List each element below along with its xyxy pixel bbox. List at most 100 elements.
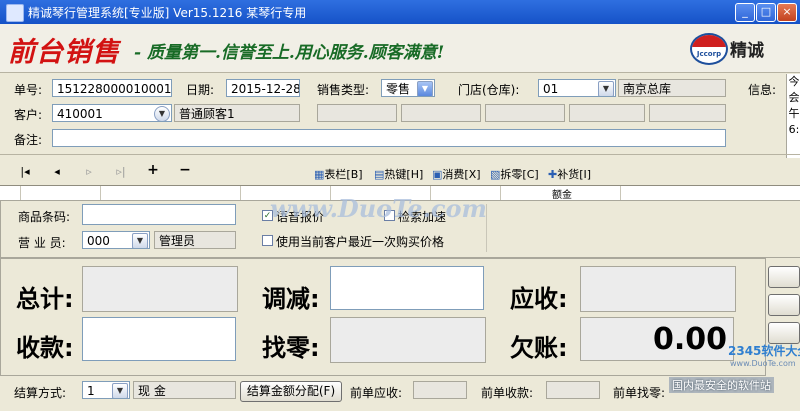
side-button[interactable] xyxy=(768,266,800,288)
columns-button-label: 表栏[B] xyxy=(324,168,363,181)
next-record-icon[interactable]: ▹ xyxy=(82,165,96,178)
restock-button-label: 补货[I] xyxy=(557,168,592,181)
info-line: 会 xyxy=(788,91,800,104)
info-line: 6: xyxy=(788,123,800,136)
allocate-button[interactable]: 结算金额分配(F) xyxy=(240,381,342,402)
split-button[interactable]: ▧拆零[C] xyxy=(490,166,539,182)
split-icon: ▧ xyxy=(490,168,501,181)
info-line: 今 xyxy=(788,75,800,88)
change-label: 找零: xyxy=(262,334,320,362)
app-icon xyxy=(6,4,24,22)
store-code: 01 xyxy=(543,82,559,96)
last-price-label: 使用当前客户最近一次购买价格 xyxy=(276,235,445,249)
readonly-field xyxy=(485,104,565,122)
last-price-checkbox[interactable] xyxy=(262,235,273,246)
paid-input[interactable] xyxy=(82,317,236,361)
clerk-code: 000 xyxy=(87,234,110,248)
readonly-field xyxy=(569,104,645,122)
customer-name-field: 普通顾客1 xyxy=(174,104,300,122)
adjust-label: 调减: xyxy=(262,285,320,313)
receipt-icon: ▣ xyxy=(432,168,443,181)
settle-code: 1 xyxy=(87,384,95,398)
customer-code-field[interactable]: 410001 ▼ xyxy=(52,104,172,122)
hotkey-button[interactable]: ▤热键[H] xyxy=(374,166,423,182)
last-record-icon[interactable]: ▹| xyxy=(114,165,128,178)
prev-change-label: 前单找零: xyxy=(613,386,666,400)
hotkey-button-label: 热键[H] xyxy=(384,168,424,181)
restock-button[interactable]: ✚补货[I] xyxy=(548,166,591,182)
adjust-input[interactable] xyxy=(330,266,484,310)
prev-receivable-value xyxy=(413,381,467,399)
customer-label: 客户: xyxy=(14,108,43,122)
split-button-label: 拆零[C] xyxy=(500,168,539,181)
chevron-down-icon[interactable]: ▼ xyxy=(598,81,614,96)
chevron-down-icon[interactable]: ▼ xyxy=(132,233,148,248)
debt-label: 欠账: xyxy=(510,334,568,362)
chevron-down-icon[interactable]: ▼ xyxy=(112,383,128,398)
table-icon: ▦ xyxy=(314,168,325,181)
readonly-field xyxy=(401,104,481,122)
banner-title: 前台销售 xyxy=(8,37,120,68)
close-button[interactable]: × xyxy=(777,3,797,22)
logo-text: Jccorp xyxy=(696,50,722,58)
settle-select[interactable]: 1 ▼ xyxy=(82,381,130,399)
title-bar: 精诚琴行管理系统[专业版] Ver15.1216 某琴行专用 _ □ × xyxy=(0,0,800,24)
info-line: 午 xyxy=(788,107,800,120)
remark-input[interactable] xyxy=(52,129,726,147)
side-button[interactable] xyxy=(768,294,800,316)
add-row-icon[interactable]: + xyxy=(146,162,160,178)
delete-row-icon[interactable]: − xyxy=(178,162,192,178)
restock-icon: ✚ xyxy=(548,168,558,181)
consume-button[interactable]: ▣消费[X] xyxy=(432,166,481,182)
corner-watermark-url: www.DuoTe.com xyxy=(730,359,796,368)
prev-receivable-label: 前单应收: xyxy=(350,386,403,400)
receivable-value xyxy=(580,266,736,312)
settle-label: 结算方式: xyxy=(14,386,67,400)
receivable-label: 应收: xyxy=(510,285,568,313)
keyboard-icon: ▤ xyxy=(374,168,385,181)
brand-logo-icon: Jccorp xyxy=(690,33,728,65)
clerk-name-field: 管理员 xyxy=(154,231,236,249)
prev-paid-label: 前单收款: xyxy=(481,386,534,400)
sale-type-select[interactable]: 零售 ▼ xyxy=(381,79,435,97)
first-record-icon[interactable]: |◂ xyxy=(18,165,32,178)
prev-record-icon[interactable]: ◂ xyxy=(50,165,64,178)
store-label: 门店(仓库): xyxy=(458,83,520,97)
store-name-field: 南京总库 xyxy=(618,79,726,97)
columns-button[interactable]: ▦表栏[B] xyxy=(314,166,363,182)
info-label: 信息: xyxy=(748,83,777,97)
prev-paid-value xyxy=(546,381,600,399)
settle-name-field: 现 金 xyxy=(133,381,236,399)
total-value xyxy=(82,266,238,312)
change-value xyxy=(330,317,486,363)
brand-name: 精诚 xyxy=(730,41,764,61)
order-no-field[interactable]: 151228000010001 xyxy=(52,79,172,97)
order-no-label: 单号: xyxy=(14,83,43,97)
remark-label: 备注: xyxy=(14,133,43,147)
barcode-input[interactable] xyxy=(82,204,236,225)
clerk-code-field[interactable]: 000 ▼ xyxy=(82,231,150,249)
chevron-down-icon[interactable]: ▼ xyxy=(417,81,433,96)
minimize-button[interactable]: _ xyxy=(735,3,755,22)
readonly-field xyxy=(649,104,726,122)
maximize-button[interactable]: □ xyxy=(756,3,776,22)
info-panel: 今 会 午 6: xyxy=(786,74,800,158)
corner-watermark-logo: 2345软件大全 xyxy=(728,344,800,358)
window-title: 精诚琴行管理系统[专业版] Ver15.1216 某琴行专用 xyxy=(28,6,307,20)
date-field[interactable]: 2015-12-28 xyxy=(226,79,300,97)
banner: 前台销售 - 质量第一.信誉至上.用心服务.顾客满意! Jccorp 精诚 xyxy=(0,24,800,73)
consume-button-label: 消费[X] xyxy=(442,168,481,181)
barcode-label: 商品条码: xyxy=(18,210,71,224)
paid-label: 收款: xyxy=(16,334,74,362)
readonly-field xyxy=(317,104,397,122)
store-select[interactable]: 01 ▼ xyxy=(538,79,616,97)
side-button[interactable] xyxy=(768,322,800,344)
date-label: 日期: xyxy=(186,83,215,97)
watermark: www.DuoTe.com xyxy=(270,194,487,223)
chevron-down-icon[interactable]: ▼ xyxy=(154,106,170,121)
sale-type-label: 销售类型: xyxy=(317,83,370,97)
clerk-label: 营 业 员: xyxy=(18,236,66,250)
banner-slogan: - 质量第一.信誉至上.用心服务.顾客满意! xyxy=(134,43,445,63)
corner-watermark-slogan: 国内最安全的软件站 xyxy=(669,377,774,393)
debt-value: 0.00 xyxy=(580,317,734,361)
